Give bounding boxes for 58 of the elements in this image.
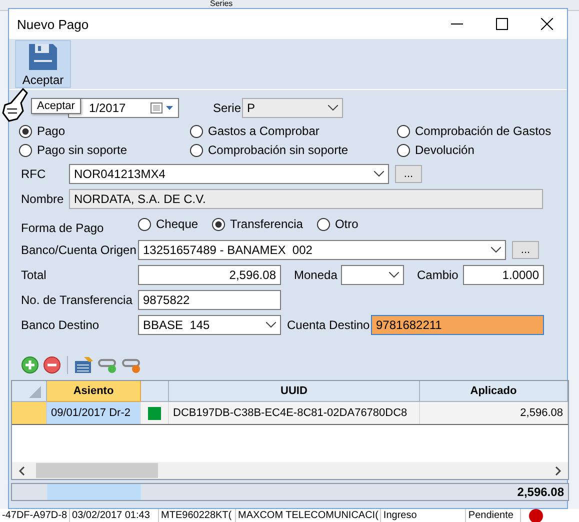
link-remove-icon[interactable] — [122, 356, 142, 374]
radio-option[interactable]: Pago sin soporte — [19, 143, 190, 157]
remove-icon[interactable] — [43, 356, 61, 374]
field-label: Banco Destino — [20, 318, 100, 332]
field-label: Serie — [213, 101, 242, 115]
destination-bank-dropdown[interactable]: BBASE 145 — [138, 314, 281, 334]
destination-account-field[interactable]: 9781682211 — [371, 314, 544, 334]
total-field[interactable]: 2,596.08 — [138, 264, 281, 284]
rfc-dropdown[interactable]: NOR041213MX4 — [69, 164, 389, 184]
transfer-number-field[interactable]: 9875822 — [138, 290, 281, 310]
table-cell: DCB197DB-C38B-EC4E-8C81-02DA76780DC8 — [169, 402, 420, 424]
field-label: Cambio — [417, 268, 460, 282]
close-icon[interactable] — [541, 18, 553, 30]
field-label: Banco/Cuenta Origen — [20, 242, 138, 256]
column-header[interactable]: Asiento — [47, 381, 141, 402]
field-label: Cuenta Destino — [287, 318, 371, 332]
radio-option[interactable]: Comprobación de Gastos — [397, 124, 567, 138]
maximize-icon[interactable] — [496, 18, 508, 30]
chevron-down-icon — [374, 170, 384, 176]
field-label: Total — [20, 268, 48, 282]
chevron-down-icon — [491, 246, 501, 252]
series-dropdown[interactable]: P — [242, 98, 343, 118]
name-field: NORDATA, S.A. DE C.V. — [69, 188, 543, 208]
horizontal-scrollbar[interactable] — [12, 462, 568, 479]
scroll-left-icon[interactable] — [18, 466, 26, 476]
radio-option[interactable]: Transferencia — [212, 217, 303, 231]
chevron-down-icon — [266, 322, 276, 328]
corner-triangle-icon — [29, 386, 41, 398]
total-amount: 2,596.08 — [517, 485, 565, 499]
field-label: No. de Transferencia — [20, 292, 134, 306]
radio-option[interactable]: Otro — [316, 217, 358, 231]
bank-account-dropdown[interactable]: 13251657489 - BANAMEX 002 — [138, 240, 506, 260]
radio-option[interactable]: Gastos a Comprobar — [190, 124, 397, 138]
field-label: RFC — [20, 166, 47, 180]
currency-dropdown[interactable] — [341, 264, 404, 284]
browse-button[interactable]: ... — [395, 164, 422, 182]
link-add-icon[interactable] — [98, 356, 118, 374]
radio-option[interactable]: Cheque — [138, 217, 198, 231]
calendar-icon[interactable] — [74, 356, 94, 374]
toolbar-label: Series — [210, 0, 233, 8]
field-label: Forma de Pago — [20, 220, 105, 235]
calendar-dropdown-icon — [150, 102, 174, 114]
table-cell: 09/01/2017 Dr-2 — [47, 402, 141, 424]
radio-option[interactable]: Comprobación sin soporte — [190, 143, 397, 157]
scroll-right-icon[interactable] — [554, 466, 562, 476]
chevron-down-icon — [389, 272, 399, 278]
radio-option[interactable]: Pago — [19, 124, 190, 138]
field-label: Nombre — [20, 192, 65, 206]
add-icon[interactable] — [21, 356, 39, 374]
exchange-rate-field[interactable]: 1.0000 — [463, 264, 544, 284]
browse-button[interactable]: ... — [512, 240, 539, 258]
chevron-down-icon — [328, 105, 338, 111]
window-title: Nuevo Pago — [17, 16, 89, 32]
radio-option[interactable]: Devolución — [397, 143, 567, 157]
accept-button[interactable]: Aceptar — [15, 40, 71, 88]
table-cell: 2,596.08 — [420, 402, 568, 424]
tooltip: Aceptar — [31, 98, 81, 114]
field-label: Moneda — [294, 268, 338, 282]
